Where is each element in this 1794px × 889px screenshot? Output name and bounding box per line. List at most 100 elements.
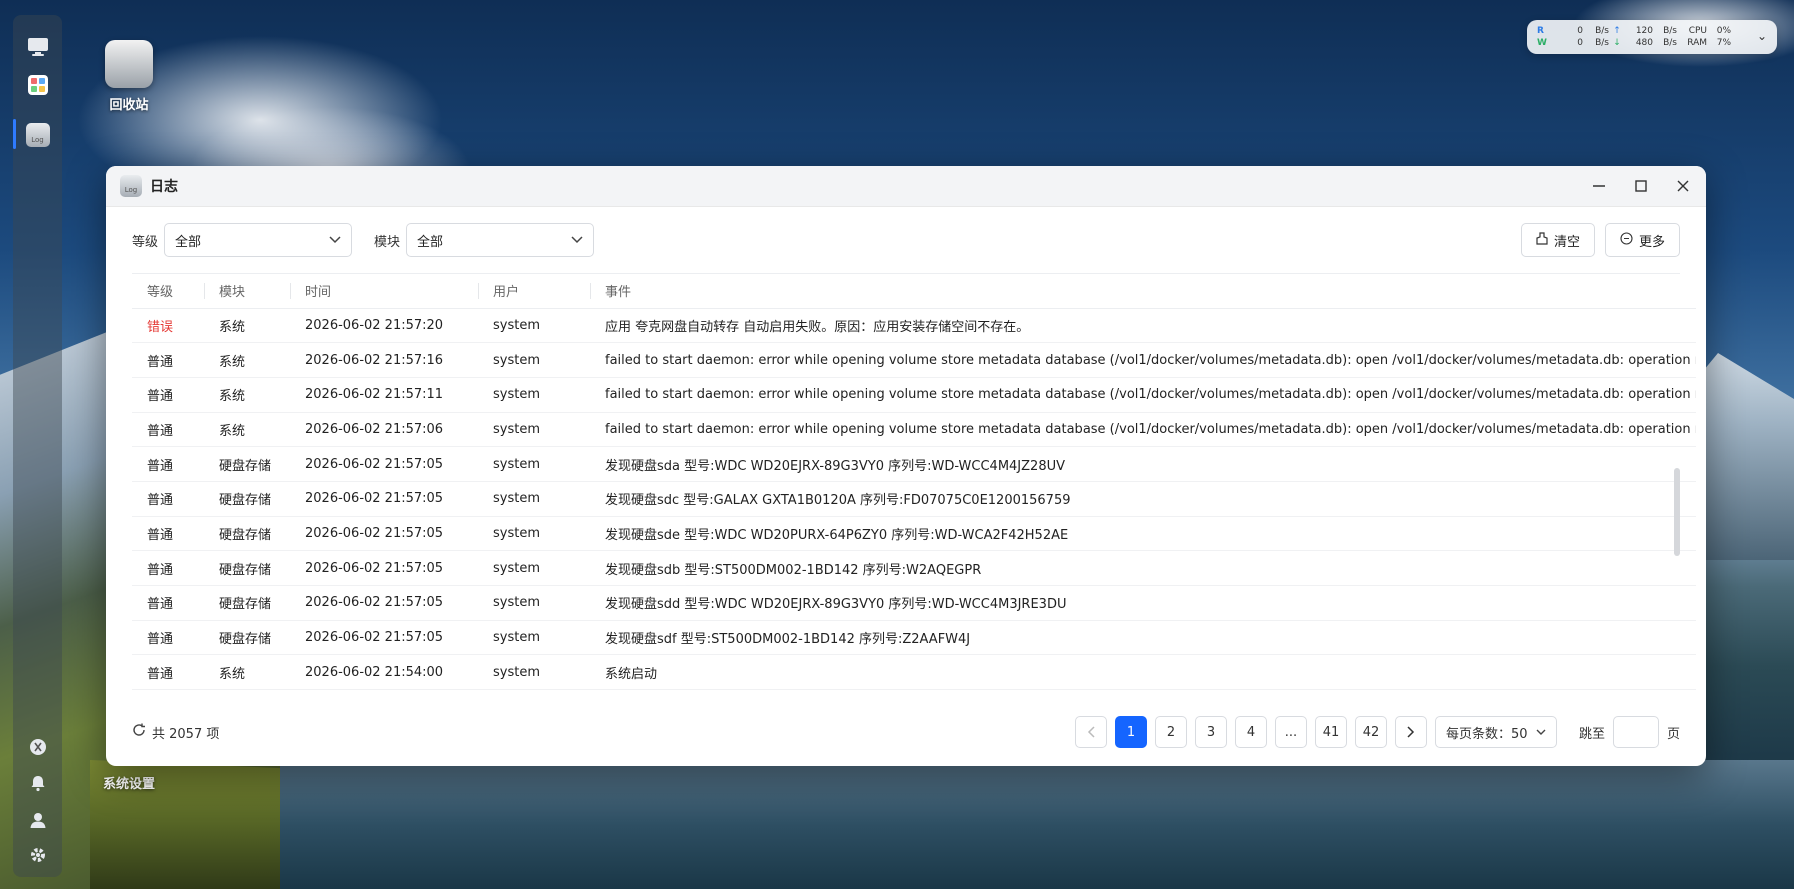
prev-page-button[interactable]	[1074, 716, 1107, 748]
desktop-icon-label: 回收站	[109, 98, 149, 113]
log-badge: Log	[25, 122, 50, 147]
log-module-cell: 硬盘存储	[204, 550, 290, 586]
upload-unit: B/s	[1663, 26, 1677, 36]
chevron-down-icon	[329, 233, 341, 247]
log-app-icon[interactable]: Log	[24, 121, 51, 148]
column-header-user[interactable]: 用户	[478, 274, 590, 309]
log-level-cell: 普通	[132, 377, 204, 413]
page-button[interactable]: 4	[1234, 716, 1267, 748]
read-value: 0	[1577, 26, 1583, 36]
module-select[interactable]: 全部	[406, 223, 595, 257]
table-row[interactable]: 错误 系统 2026-06-02 21:57:20 system 应用 夸克网盘自动转存…	[132, 308, 1696, 344]
log-user-cell: system	[478, 550, 590, 586]
user-icon[interactable]	[24, 806, 51, 833]
page-button[interactable]: 41	[1314, 716, 1347, 748]
page-button[interactable]: 42	[1354, 716, 1387, 748]
log-time-cell: 2026-06-02 21:54:00	[290, 654, 478, 691]
log-level-cell: 普通	[132, 620, 204, 656]
log-module-cell: 系统	[204, 377, 290, 413]
table-row[interactable]: 普通 系统 2026-06-02 21:57:06 system failed to s…	[132, 412, 1696, 448]
wallpaper-lake	[280, 760, 1794, 889]
double-chevron-down-icon[interactable]: ⌄	[1757, 29, 1767, 43]
column-header-level[interactable]: 等级	[132, 274, 204, 309]
level-select-value: 全部	[175, 234, 202, 250]
column-header-time[interactable]: 时间	[290, 274, 478, 309]
read-unit: B/s	[1595, 26, 1609, 36]
log-event-cell: 系统启动	[590, 654, 1696, 691]
jump-to-page: 跳至 页	[1579, 716, 1680, 748]
table-row[interactable]: 普通 系统 2026-06-02 21:57:16 system failed to s…	[132, 342, 1696, 378]
log-user-cell: system	[478, 516, 590, 552]
log-user-cell: system	[478, 308, 590, 344]
module-select-value: 全部	[417, 234, 444, 250]
theme-icon[interactable]	[24, 733, 51, 760]
more-button[interactable]: 更多	[1604, 223, 1680, 257]
table-row[interactable]: 普通 硬盘存储 2026-06-02 21:57:05 system 发现硬盘sdd 型…	[132, 585, 1696, 621]
table-row[interactable]: 普通 系统 2026-06-02 21:57:11 system failed to s…	[132, 377, 1696, 413]
level-select[interactable]: 全部	[164, 223, 353, 257]
log-user-cell: system	[478, 412, 590, 448]
log-time-cell: 2026-06-02 21:57:05	[290, 585, 478, 621]
system-monitor-widget[interactable]: R 0 B/s ↑ 120 B/s CPU 0% W 0 B/s ↓ 480 B…	[1527, 20, 1777, 54]
window-titlebar[interactable]: Log 日志	[106, 166, 1706, 207]
total-count-text: 共 2057 项	[152, 726, 220, 742]
jump-suffix: 页	[1666, 726, 1680, 742]
jump-page-input[interactable]	[1612, 716, 1659, 748]
column-header-event[interactable]: 事件	[590, 274, 1696, 309]
log-app-icon: Log	[120, 175, 142, 197]
read-label: R	[1537, 26, 1544, 36]
log-level-cell: 普通	[132, 516, 204, 552]
log-module-cell: 硬盘存储	[204, 481, 290, 517]
settings-icon[interactable]	[24, 841, 51, 868]
log-event-cell: 发现硬盘sde 型号:WDC WD20PURX-64P6ZY0 序列号:WD-W…	[590, 516, 1696, 552]
log-event-cell: 发现硬盘sdf 型号:ST500DM002-1BD142 序列号:Z2AAFW4…	[590, 620, 1696, 656]
log-module-cell: 硬盘存储	[204, 446, 290, 482]
table-row[interactable]: 普通 硬盘存储 2026-06-02 21:57:05 system 发现硬盘sdb 型…	[132, 550, 1696, 586]
clear-button[interactable]: 清空	[1520, 223, 1595, 257]
table-row[interactable]: 普通 系统 2026-06-02 21:54:00 system 系统启动	[132, 654, 1696, 691]
log-user-cell: system	[478, 654, 590, 691]
log-time-cell: 2026-06-02 21:57:05	[290, 550, 478, 586]
minimize-icon[interactable]	[1590, 177, 1608, 195]
log-module-cell: 系统	[204, 412, 290, 448]
page-button[interactable]: 2	[1154, 716, 1187, 748]
log-module-cell: 系统	[204, 342, 290, 378]
log-event-cell: 发现硬盘sdc 型号:GALAX GXTA1B0120A 序列号:FD07075…	[590, 481, 1696, 517]
broom-icon	[1536, 231, 1548, 249]
desktop-icon-settings[interactable]: 系统设置	[84, 773, 174, 792]
chevron-down-icon	[1536, 725, 1546, 740]
desktop-icon-trash[interactable]: 回收站	[84, 40, 174, 113]
log-module-cell: 系统	[204, 308, 290, 344]
upload-arrow-icon: ↑	[1613, 26, 1621, 36]
page-button[interactable]: 3	[1194, 716, 1227, 748]
log-event-cell: 应用 夸克网盘自动转存 自动启用失败。原因：应用安装存储空间不存在。	[590, 308, 1696, 344]
monitor-icon[interactable]	[24, 33, 51, 60]
log-level-cell: 普通	[132, 585, 204, 621]
module-filter-label: 模块	[374, 234, 401, 250]
refresh-icon[interactable]	[132, 723, 146, 741]
log-user-cell: system	[478, 585, 590, 621]
close-icon[interactable]	[1674, 177, 1692, 195]
log-user-cell: system	[478, 377, 590, 413]
maximize-icon[interactable]	[1632, 177, 1650, 195]
table-row[interactable]: 普通 硬盘存储 2026-06-02 21:57:05 system 发现硬盘sdf 型…	[132, 620, 1696, 656]
table-row[interactable]: 普通 硬盘存储 2026-06-02 21:57:05 system 发现硬盘sde 型…	[132, 516, 1696, 552]
app-center-icon[interactable]	[24, 71, 51, 98]
page-size-select[interactable]: 每页条数：50	[1434, 716, 1557, 748]
log-time-cell: 2026-06-02 21:57:05	[290, 481, 478, 517]
scrollbar-thumb[interactable]	[1674, 468, 1680, 556]
next-page-button[interactable]	[1394, 716, 1427, 748]
cpu-value: 0%	[1716, 26, 1731, 36]
log-event-cell: failed to start daemon: error while open…	[590, 342, 1696, 378]
log-time-cell: 2026-06-02 21:57:05	[290, 620, 478, 656]
table-row[interactable]: 普通 硬盘存储 2026-06-02 21:57:05 system 发现硬盘sda 型…	[132, 446, 1696, 482]
page-ellipsis[interactable]: ...	[1274, 716, 1307, 748]
column-header-module[interactable]: 模块	[204, 274, 290, 309]
bell-icon[interactable]	[24, 769, 51, 796]
more-icon	[1620, 231, 1633, 249]
dock-active-indicator	[13, 119, 16, 149]
log-window: Log 日志 等级 全部 模块 全部 清空 更多 等级 模块 时间 用户 事件 …	[106, 166, 1706, 766]
table-row[interactable]: 普通 硬盘存储 2026-06-02 21:57:05 system 发现硬盘sdc 型…	[132, 481, 1696, 517]
page-button[interactable]: 1	[1114, 716, 1147, 748]
log-event-cell: 发现硬盘sdb 型号:ST500DM002-1BD142 序列号:W2AQEGP…	[590, 550, 1696, 586]
